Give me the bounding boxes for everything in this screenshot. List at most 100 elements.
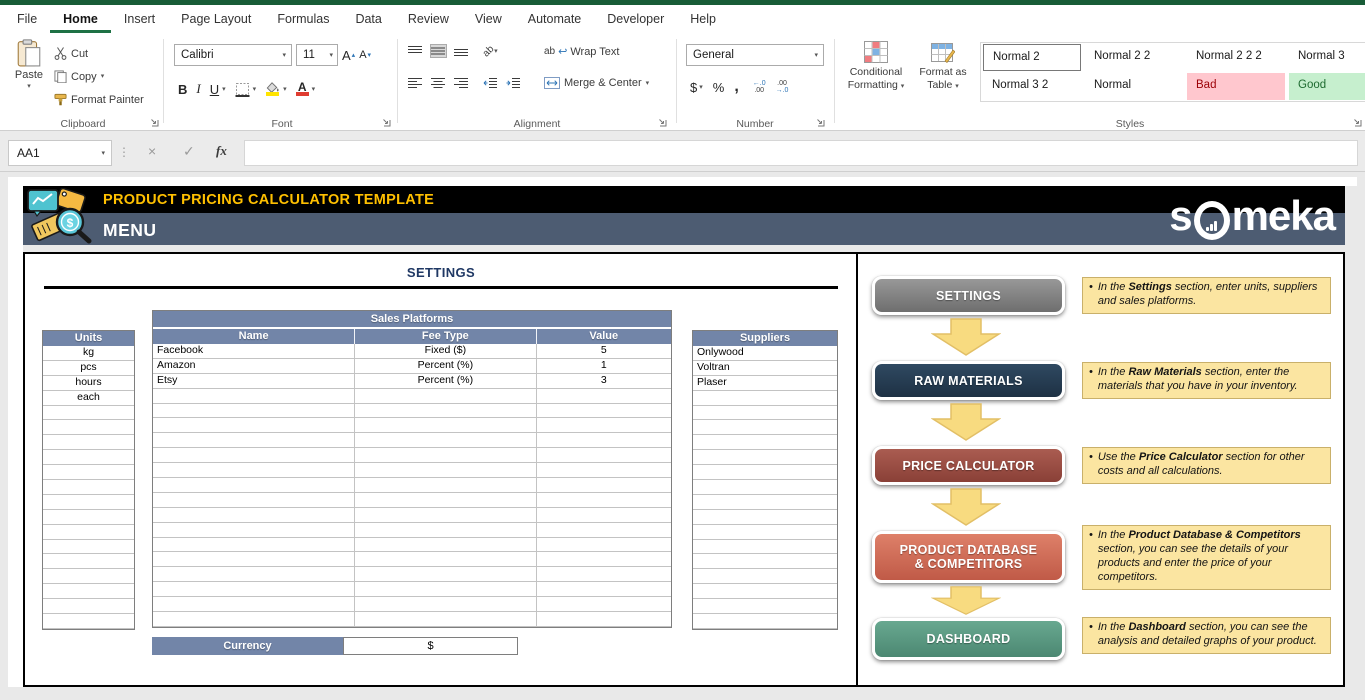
tab-view[interactable]: View xyxy=(462,5,515,33)
tab-review[interactable]: Review xyxy=(395,5,462,33)
paste-dropdown-icon[interactable]: ▾ xyxy=(27,83,31,90)
tab-developer[interactable]: Developer xyxy=(594,5,677,33)
platform-value-cell[interactable] xyxy=(537,478,671,492)
align-bottom-button[interactable] xyxy=(454,45,469,57)
supplier-cell[interactable] xyxy=(693,420,837,435)
unit-cell[interactable] xyxy=(43,599,134,614)
tab-insert[interactable]: Insert xyxy=(111,5,168,33)
platform-feetype-cell[interactable] xyxy=(355,389,536,403)
supplier-cell[interactable] xyxy=(693,465,837,480)
unit-cell[interactable] xyxy=(43,554,134,569)
supplier-cell[interactable] xyxy=(693,480,837,495)
platform-feetype-cell[interactable] xyxy=(355,523,536,537)
unit-cell[interactable] xyxy=(43,614,134,629)
decrease-indent-button[interactable] xyxy=(483,77,498,89)
number-dialog-launcher-icon[interactable] xyxy=(815,117,825,127)
tab-automate[interactable]: Automate xyxy=(515,5,595,33)
platform-name-cell[interactable] xyxy=(153,418,355,432)
increase-decimal-button[interactable]: ←.0 .00 xyxy=(753,80,766,95)
platform-name-cell[interactable]: Etsy xyxy=(153,374,355,388)
platform-name-cell[interactable] xyxy=(153,463,355,477)
platform-value-cell[interactable] xyxy=(537,404,671,418)
platform-name-cell[interactable] xyxy=(153,389,355,403)
platform-value-cell[interactable] xyxy=(537,612,671,626)
platform-value-cell[interactable]: 1 xyxy=(537,359,671,373)
platform-name-cell[interactable] xyxy=(153,478,355,492)
platform-name-cell[interactable]: Amazon xyxy=(153,359,355,373)
style-normal-3[interactable]: Normal 3 xyxy=(1289,44,1365,71)
platform-name-cell[interactable] xyxy=(153,552,355,566)
platform-name-cell[interactable]: Facebook xyxy=(153,344,355,358)
platform-feetype-cell[interactable] xyxy=(355,508,536,522)
underline-dropdown-icon[interactable]: ▾ xyxy=(222,86,226,93)
decrease-font-size-button[interactable]: A ▾ xyxy=(359,49,371,61)
platform-name-cell[interactable] xyxy=(153,404,355,418)
nav-button-raw-materials[interactable]: RAW MATERIALS xyxy=(872,361,1065,400)
formula-input[interactable] xyxy=(244,140,1358,166)
merge-center-button[interactable]: Merge & Center ▾ xyxy=(544,77,649,89)
unit-cell[interactable] xyxy=(43,450,134,465)
cancel-entry-icon[interactable]: × xyxy=(148,143,156,159)
supplier-cell[interactable] xyxy=(693,435,837,450)
unit-cell[interactable] xyxy=(43,406,134,421)
increase-font-size-button[interactable]: A ▴ xyxy=(342,48,355,63)
orientation-button[interactable]: ab ▾ xyxy=(483,46,498,57)
supplier-cell[interactable] xyxy=(693,554,837,569)
platform-feetype-cell[interactable] xyxy=(355,404,536,418)
tab-file[interactable]: File xyxy=(4,5,50,33)
platform-feetype-cell[interactable] xyxy=(355,478,536,492)
confirm-entry-icon[interactable]: ✓ xyxy=(183,143,195,160)
tab-formulas[interactable]: Formulas xyxy=(264,5,342,33)
platform-value-cell[interactable] xyxy=(537,538,671,552)
style-good[interactable]: Good xyxy=(1289,73,1365,100)
platform-feetype-cell[interactable] xyxy=(355,433,536,447)
unit-cell[interactable] xyxy=(43,525,134,540)
platform-value-cell[interactable] xyxy=(537,567,671,581)
copy-button[interactable]: Copy ▾ xyxy=(54,66,144,87)
increase-indent-button[interactable] xyxy=(506,77,521,89)
supplier-cell[interactable]: Onlywood xyxy=(693,346,837,361)
supplier-cell[interactable] xyxy=(693,540,837,555)
supplier-cell[interactable] xyxy=(693,584,837,599)
platform-name-cell[interactable] xyxy=(153,493,355,507)
align-top-button[interactable] xyxy=(408,45,423,57)
supplier-cell[interactable] xyxy=(693,391,837,406)
tab-home[interactable]: Home xyxy=(50,5,111,33)
format-painter-button[interactable]: Format Painter xyxy=(54,89,144,110)
supplier-cell[interactable] xyxy=(693,510,837,525)
platform-name-cell[interactable] xyxy=(153,508,355,522)
supplier-cell[interactable] xyxy=(693,569,837,584)
platform-name-cell[interactable] xyxy=(153,582,355,596)
platform-feetype-cell[interactable] xyxy=(355,418,536,432)
merge-center-dropdown-icon[interactable]: ▾ xyxy=(646,80,650,87)
platform-feetype-cell[interactable]: Percent (%) xyxy=(355,374,536,388)
platform-feetype-cell[interactable] xyxy=(355,567,536,581)
platform-value-cell[interactable] xyxy=(537,493,671,507)
font-color-button[interactable]: A xyxy=(296,82,309,96)
platform-value-cell[interactable] xyxy=(537,523,671,537)
platform-feetype-cell[interactable] xyxy=(355,552,536,566)
align-right-button[interactable] xyxy=(454,77,469,89)
tab-help[interactable]: Help xyxy=(677,5,729,33)
fill-color-button[interactable] xyxy=(265,82,280,96)
unit-cell[interactable] xyxy=(43,569,134,584)
font-name-dropdown-icon[interactable]: ▾ xyxy=(282,52,291,59)
platform-feetype-cell[interactable] xyxy=(355,448,536,462)
style-normal-2-2-2[interactable]: Normal 2 2 2 xyxy=(1187,44,1285,71)
unit-cell[interactable]: pcs xyxy=(43,361,134,376)
platform-value-cell[interactable] xyxy=(537,597,671,611)
formula-bar-grip-icon[interactable]: ⋮ xyxy=(118,145,130,159)
platform-name-cell[interactable] xyxy=(153,538,355,552)
alignment-dialog-launcher-icon[interactable] xyxy=(657,117,667,127)
platform-value-cell[interactable] xyxy=(537,552,671,566)
wrap-text-button[interactable]: ab ↩ Wrap Text xyxy=(544,45,619,58)
tab-data[interactable]: Data xyxy=(342,5,394,33)
platform-name-cell[interactable] xyxy=(153,523,355,537)
platform-feetype-cell[interactable] xyxy=(355,597,536,611)
platform-value-cell[interactable] xyxy=(537,582,671,596)
unit-cell[interactable]: each xyxy=(43,391,134,406)
platform-value-cell[interactable] xyxy=(537,389,671,403)
supplier-cell[interactable] xyxy=(693,614,837,629)
underline-button[interactable]: U xyxy=(210,82,219,97)
paste-button[interactable]: Paste ▾ xyxy=(8,39,50,125)
